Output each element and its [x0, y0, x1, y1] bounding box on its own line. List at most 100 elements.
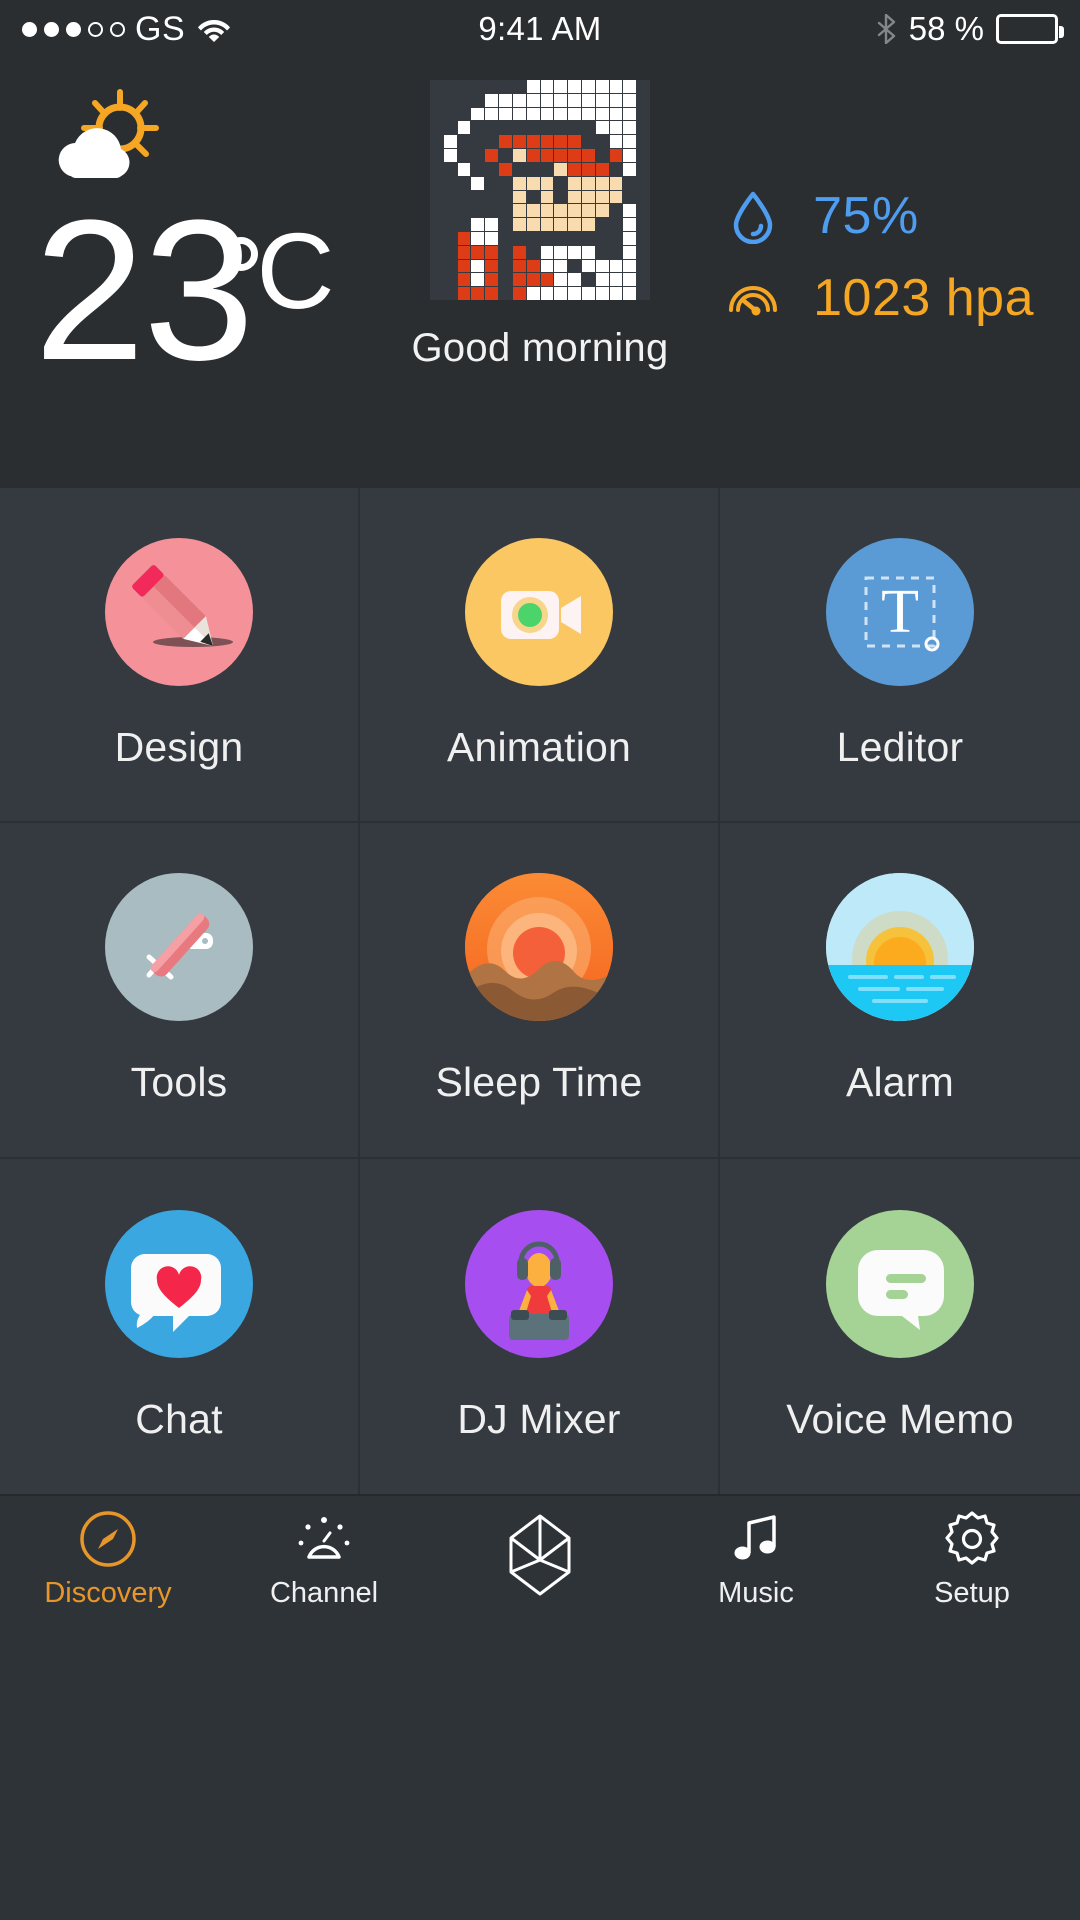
water-drop-icon [725, 188, 781, 245]
app-tile-design[interactable]: Design [0, 488, 360, 824]
tab-channel[interactable]: Channel [216, 1496, 432, 1620]
tab-music[interactable]: Music [648, 1496, 864, 1620]
sunset-dunes-icon [465, 873, 613, 1022]
avatar-pixel [595, 218, 609, 231]
tab-discovery[interactable]: Discovery [0, 1496, 216, 1620]
avatar-pixel [623, 121, 637, 135]
avatar-pixel [609, 107, 623, 121]
avatar-pixel [512, 218, 526, 231]
avatar-pixel [609, 80, 623, 93]
app-tile-animation[interactable]: Animation [360, 488, 720, 824]
avatar-pixel [430, 135, 443, 149]
avatar-pixel [499, 287, 512, 300]
avatar-pixel [637, 135, 650, 149]
avatar-pixel [485, 80, 499, 93]
avatar-pixel [609, 190, 623, 204]
signal-dot [22, 21, 37, 37]
app-tile-dj-mixer[interactable]: DJ Mixer [360, 1158, 720, 1494]
avatar-pixel [526, 287, 540, 300]
avatar-pixel [443, 176, 457, 190]
avatar-pixel [637, 245, 650, 259]
avatar-pixel [595, 176, 609, 190]
app-tile-voice-memo[interactable]: Voice Memo [720, 1159, 1080, 1494]
avatar-pixel [637, 80, 650, 93]
avatar-pixel [443, 204, 457, 218]
avatar-pixel [595, 93, 609, 107]
avatar-pixel [499, 93, 512, 107]
app-tile-tools[interactable]: Tools [0, 823, 360, 1159]
avatar-pixel [637, 287, 650, 300]
degree-symbol [224, 237, 259, 271]
avatar-pixel [443, 93, 457, 107]
avatar-pixel [568, 176, 581, 190]
avatar-pixel [457, 149, 471, 162]
app-label: DJ Mixer [457, 1395, 621, 1442]
app-tile-alarm[interactable]: Alarm [720, 823, 1080, 1159]
avatar-pixel [457, 80, 471, 93]
signal-dot [88, 21, 103, 37]
avatar-pixel [457, 176, 471, 190]
avatar-pixel [471, 135, 485, 149]
avatar-pixel [443, 80, 457, 93]
app-tile-leditor[interactable]: T Leditor [720, 488, 1080, 824]
avatar-pixel [595, 162, 609, 176]
pressure-gauge-icon [725, 270, 781, 326]
avatar-pixel [526, 259, 540, 273]
app-tile-chat[interactable]: Chat [0, 1158, 360, 1494]
avatar-pixel [430, 273, 443, 287]
avatar-pixel [637, 107, 650, 121]
tab-cube[interactable] [432, 1496, 648, 1620]
message-bubble-icon [826, 1209, 974, 1358]
avatar-pixel [623, 176, 637, 190]
greeting-label: Good morning [411, 326, 669, 370]
avatar-pixel [499, 176, 512, 190]
avatar-pixel [623, 162, 637, 176]
avatar-pixel [430, 80, 443, 93]
music-note-icon [724, 1507, 788, 1571]
avatar-pixel [568, 107, 581, 121]
avatar-pixel [540, 273, 554, 287]
avatar-pixel [581, 107, 595, 121]
avatar-pixel [595, 273, 609, 287]
avatar-pixel [526, 218, 540, 231]
avatar-pixel [637, 190, 650, 204]
pressure-value: 1023 hpa [813, 269, 1034, 327]
avatar-pixel [540, 231, 554, 245]
swiss-knife-icon [105, 873, 253, 1022]
avatar-pixel [595, 287, 609, 300]
avatar-pixel [485, 259, 499, 273]
avatar-pixel [554, 162, 568, 176]
avatar-pixel [526, 190, 540, 204]
avatar-pixel [581, 176, 595, 190]
avatar-pixel [512, 135, 526, 149]
compass-icon [76, 1507, 140, 1571]
avatar-pixel [499, 107, 512, 121]
tab-label: Discovery [44, 1576, 172, 1609]
avatar-pixel [430, 231, 443, 245]
avatar-pixel [540, 93, 554, 107]
video-camera-icon [465, 538, 613, 687]
temperature-block: 23 C [34, 191, 334, 391]
app-tile-sleep-time[interactable]: Sleep Time [360, 823, 720, 1159]
tab-label: Music [718, 1576, 794, 1609]
avatar-pixel [485, 231, 499, 245]
avatar-pixel [568, 245, 581, 259]
avatar-pixel [430, 149, 443, 162]
avatar-pixel [512, 93, 526, 107]
avatar-pixel [623, 259, 637, 273]
avatar-pixel [471, 231, 485, 245]
avatar-pixel [430, 190, 443, 204]
avatar-pixel [540, 80, 554, 93]
avatar-pixel [512, 259, 526, 273]
avatar-pixel [471, 273, 485, 287]
avatar-pixel [609, 287, 623, 300]
avatar-pixel [485, 135, 499, 149]
avatar-block: Good morning [390, 80, 690, 371]
temperature-unit: C [224, 217, 334, 325]
avatar-pixel [499, 135, 512, 149]
avatar-pixel [540, 176, 554, 190]
avatar-pixel [430, 287, 443, 300]
avatar-pixel [609, 259, 623, 273]
tab-setup[interactable]: Setup [864, 1496, 1080, 1620]
avatar-pixel [512, 162, 526, 176]
